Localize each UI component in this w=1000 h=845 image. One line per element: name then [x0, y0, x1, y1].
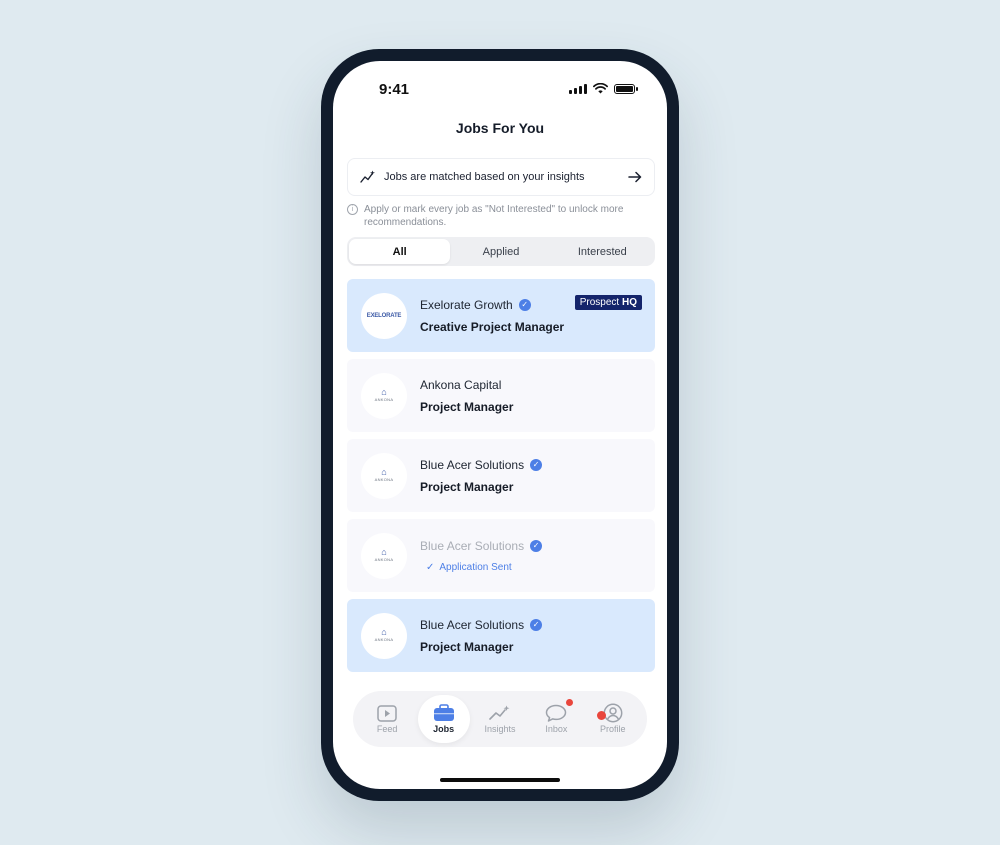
house-logo-icon: ⌂ — [381, 627, 387, 637]
nav-profile[interactable]: Profile — [587, 695, 639, 743]
company-logo: ⌂ ANKONA — [361, 452, 407, 499]
info-note: i Apply or mark every job as "Not Intere… — [347, 203, 655, 229]
house-logo-icon: ⌂ — [381, 387, 387, 397]
phone-screen: 9:41 Jobs For You Jobs are matched based… — [333, 61, 667, 789]
nav-jobs[interactable]: Jobs — [417, 695, 470, 743]
job-role: Project Manager — [420, 479, 514, 494]
page-title: Jobs For You — [455, 120, 545, 136]
company-name: Blue Acer Solutions — [420, 617, 525, 632]
insights-banner-text: Jobs are matched based on your insights — [384, 171, 585, 183]
application-status-text: Application Sent — [439, 561, 512, 573]
logo-wordmark: ANKONA — [374, 637, 394, 642]
tab-interested[interactable]: Interested — [552, 239, 653, 264]
nav-jobs-label: Jobs — [433, 724, 455, 734]
nav-inbox-label: Inbox — [545, 724, 568, 734]
logo-wordmark: ANKONA — [374, 557, 394, 562]
battery-icon — [614, 83, 638, 94]
job-card[interactable]: ⌂ ANKONA Blue Acer Solutions ✓ Project Ma… — [347, 439, 655, 512]
verified-check-icon: ✓ — [530, 458, 543, 471]
info-icon: i — [347, 204, 358, 215]
nav-insights-label: Insights — [484, 724, 516, 734]
home-indicator — [440, 778, 560, 782]
wifi-icon — [593, 83, 608, 94]
house-logo-icon: ⌂ — [381, 467, 387, 477]
sparkle-chart-icon — [360, 170, 375, 183]
person-circle-icon — [603, 703, 623, 723]
application-status: ✓ Application Sent — [426, 562, 542, 573]
play-square-icon — [377, 704, 397, 722]
profile-notification-dot — [596, 711, 606, 720]
company-name: Blue Acer Solutions — [420, 538, 525, 553]
badge-prefix: Prospect — [579, 297, 620, 308]
prospect-hq-badge: Prospect HQ — [574, 295, 642, 310]
logo-wordmark: ANKONA — [374, 477, 394, 482]
check-icon: ✓ — [426, 561, 435, 573]
company-name: Ankona Capital — [420, 377, 502, 392]
bottom-nav: Feed Jobs Insights Inbox Profile — [353, 691, 647, 747]
verified-check-icon: ✓ — [530, 618, 543, 631]
job-list: EXELORATE Exelorate Growth ✓ Creative Pr… — [347, 279, 655, 679]
info-note-text: Apply or mark every job as "Not Interest… — [364, 204, 624, 228]
status-icons — [569, 83, 638, 94]
inbox-notification-dot — [566, 699, 574, 706]
nav-feed[interactable]: Feed — [361, 695, 413, 743]
filter-tabs: All Applied Interested — [347, 237, 655, 266]
company-logo: ⌂ ANKONA — [361, 372, 407, 419]
company-logo: EXELORATE — [361, 292, 407, 339]
chat-bubble-icon — [546, 704, 567, 722]
job-card[interactable]: ⌂ ANKONA Blue Acer Solutions ✓ ✓ Applicat… — [347, 519, 655, 592]
nav-profile-label: Profile — [599, 724, 626, 734]
exelorate-logo-text: EXELORATE — [366, 312, 402, 319]
nav-inbox[interactable]: Inbox — [530, 695, 582, 743]
tab-all[interactable]: All — [349, 239, 451, 264]
nav-feed-label: Feed — [376, 724, 398, 734]
briefcase-icon — [433, 704, 454, 721]
sparkle-chart-icon — [489, 705, 510, 720]
house-logo-icon: ⌂ — [381, 547, 387, 557]
company-name: Blue Acer Solutions — [420, 457, 525, 472]
nav-insights[interactable]: Insights — [474, 695, 526, 743]
verified-check-icon: ✓ — [518, 298, 531, 311]
logo-wordmark: ANKONA — [374, 397, 394, 402]
job-card[interactable]: ⌂ ANKONA Ankona Capital Project Manager — [347, 359, 655, 432]
job-role: Creative Project Manager — [420, 319, 565, 334]
job-role: Project Manager — [420, 639, 514, 654]
status-time: 9:41 — [379, 81, 410, 98]
job-card[interactable]: ⌂ ANKONA Blue Acer Solutions ✓ Project Ma… — [347, 599, 655, 672]
phone-frame: 9:41 Jobs For You Jobs are matched based… — [321, 49, 679, 801]
job-card[interactable]: EXELORATE Exelorate Growth ✓ Creative Pr… — [347, 279, 655, 352]
verified-check-icon: ✓ — [530, 539, 543, 552]
cellular-signal-icon — [569, 83, 587, 94]
job-role: Project Manager — [420, 399, 514, 414]
tab-applied[interactable]: Applied — [450, 239, 551, 264]
insights-banner[interactable]: Jobs are matched based on your insights — [347, 158, 655, 196]
company-name: Exelorate Growth — [420, 297, 513, 312]
arrow-right-icon[interactable] — [628, 171, 642, 183]
company-logo: ⌂ ANKONA — [361, 532, 407, 579]
badge-suffix: HQ — [622, 297, 637, 308]
company-logo: ⌂ ANKONA — [361, 612, 407, 659]
